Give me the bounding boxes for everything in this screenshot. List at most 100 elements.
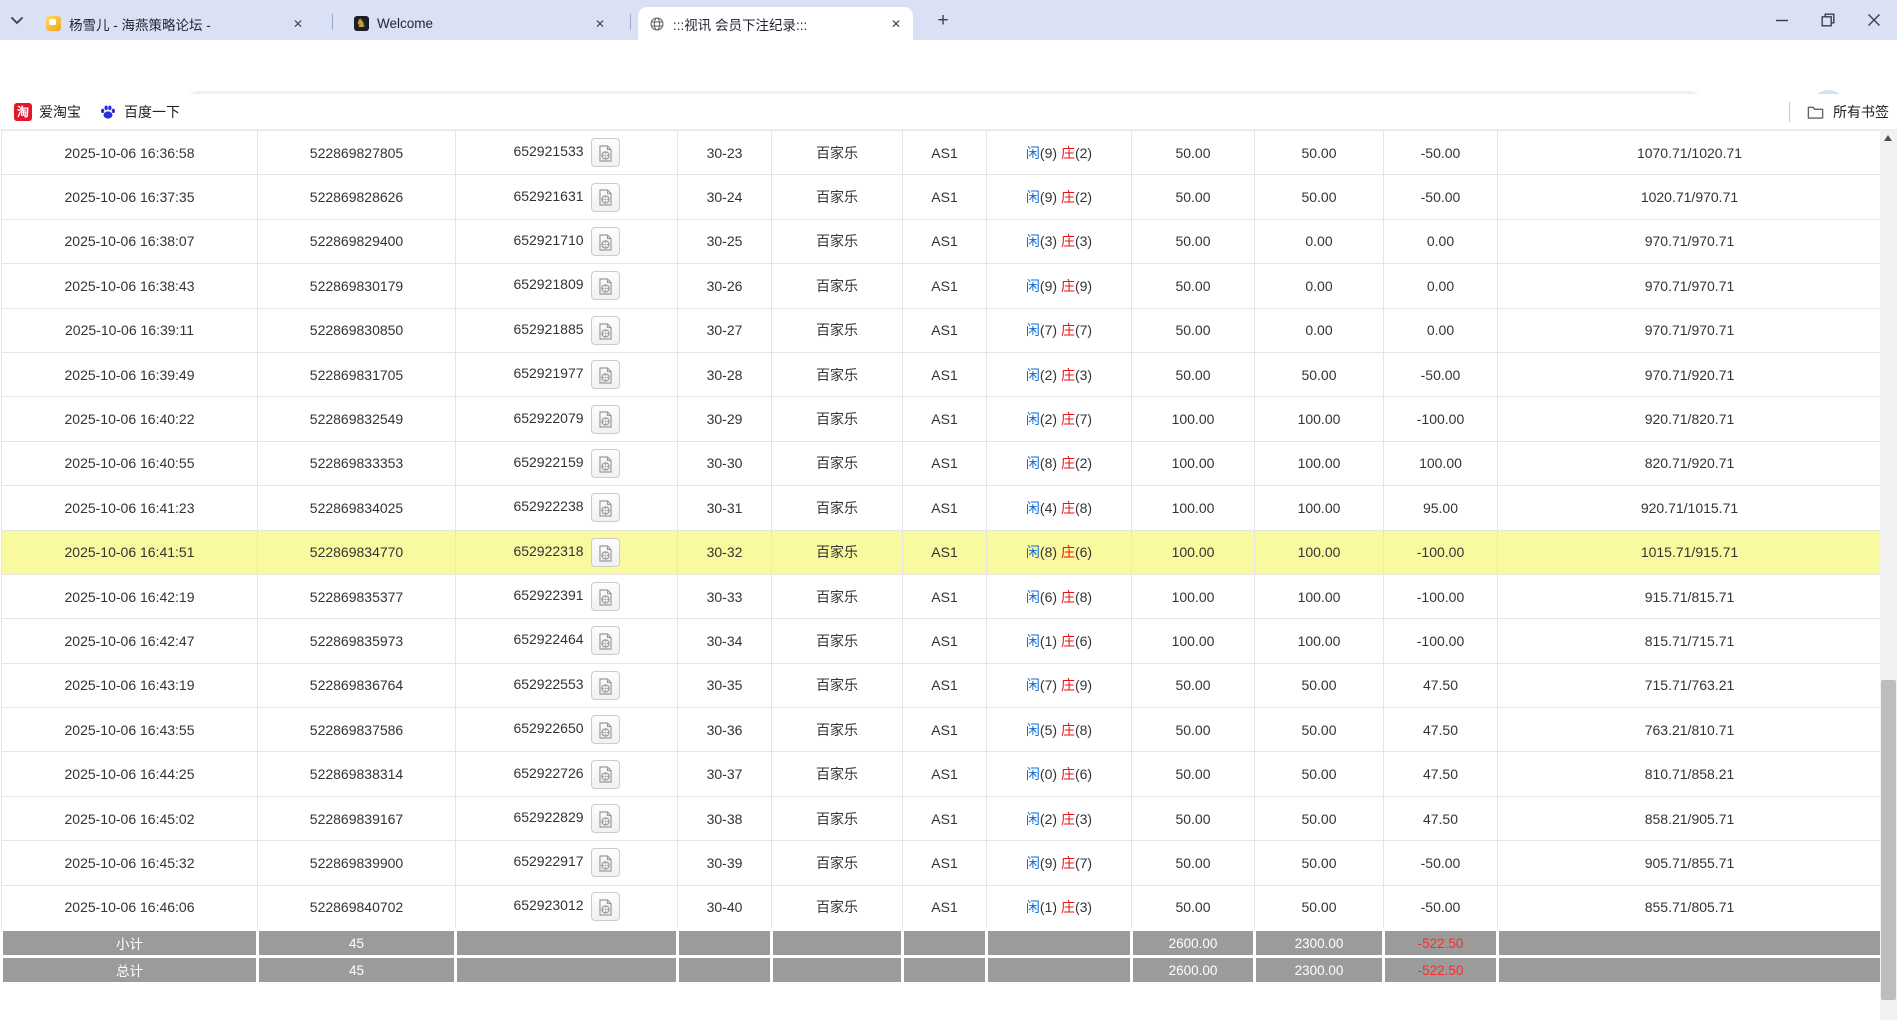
- table-row[interactable]: 2025-10-06 16:36:58 522869827805 652921533…: [1, 129, 1882, 176]
- table-row[interactable]: 2025-10-06 16:38:07 522869829400 652921710…: [1, 218, 1882, 265]
- player-label: 闲: [1025, 233, 1040, 250]
- video-replay-icon[interactable]: [590, 448, 620, 478]
- table-row[interactable]: 2025-10-06 16:41:23 522869834025 652922238…: [1, 485, 1882, 531]
- table-row[interactable]: 2025-10-06 16:42:47 522869835973 652922464…: [1, 618, 1882, 664]
- cell-game-id: 652922391: [455, 573, 678, 620]
- cell-bet-id: 522869834025: [257, 485, 456, 531]
- close-icon[interactable]: ✕: [591, 15, 609, 33]
- cell-balance: 1020.71/970.71: [1497, 174, 1882, 220]
- video-replay-icon[interactable]: [590, 715, 620, 745]
- tab-search-icon[interactable]: [6, 10, 28, 32]
- player-label: 闲: [1025, 854, 1040, 871]
- cell-valid-amount: 100.00: [1254, 440, 1384, 487]
- cell-balance: 820.71/920.71: [1497, 440, 1882, 487]
- video-replay-icon[interactable]: [590, 892, 620, 922]
- close-window-button[interactable]: [1851, 0, 1897, 40]
- bookmark-taobao[interactable]: 淘 爱淘宝: [8, 99, 87, 125]
- video-replay-icon[interactable]: [590, 271, 620, 301]
- video-replay-icon[interactable]: [590, 493, 620, 523]
- sum-valid-amount: 2300.00: [1253, 928, 1385, 959]
- new-tab-button[interactable]: +: [930, 9, 956, 35]
- close-icon[interactable]: ✕: [887, 15, 905, 33]
- banker-label: 庄: [1060, 322, 1075, 339]
- cell-bet-amount: 50.00: [1131, 174, 1255, 220]
- player-label: 闲: [1025, 632, 1040, 649]
- game-id: 652922829: [513, 809, 584, 826]
- table-row[interactable]: 2025-10-06 16:42:19 522869835377 652922391…: [1, 573, 1882, 620]
- video-replay-icon[interactable]: [590, 626, 620, 656]
- table-row[interactable]: 2025-10-06 16:39:49 522869831705 652921977…: [1, 351, 1882, 398]
- table-row[interactable]: 2025-10-06 16:39:11 522869830850 652921885…: [1, 307, 1882, 353]
- table-row[interactable]: 2025-10-06 16:45:32 522869839900 652922917…: [1, 840, 1882, 886]
- banker-label: 庄: [1060, 544, 1075, 561]
- sum-win-loss: -522.50: [1382, 928, 1499, 959]
- sum-empty: [770, 928, 904, 959]
- video-replay-icon[interactable]: [590, 226, 620, 256]
- cell-bet-time: 2025-10-06 16:46:06: [1, 884, 258, 931]
- table-row[interactable]: 2025-10-06 16:37:35 522869828626 652921631…: [1, 174, 1882, 220]
- cell-bet-detail: 闲(1) 庄(6): [986, 618, 1132, 664]
- table-row[interactable]: 2025-10-06 16:41:51 522869834770 652922318…: [1, 529, 1882, 575]
- globe-icon: [649, 16, 665, 32]
- table-row[interactable]: 2025-10-06 16:40:22 522869832549 652922079…: [1, 396, 1882, 442]
- video-replay-icon[interactable]: [590, 537, 620, 567]
- cell-balance: 915.71/815.71: [1497, 573, 1882, 620]
- cell-bet-time: 2025-10-06 16:43:55: [1, 707, 258, 753]
- cell-valid-amount: 50.00: [1254, 751, 1384, 797]
- tab-title: 杨雪儿 - 海燕策略论坛 -: [69, 17, 211, 33]
- scrollbar-thumb[interactable]: [1881, 680, 1896, 1000]
- tab-welcome[interactable]: ♞ Welcome ✕: [342, 7, 617, 40]
- cell-bet-time: 2025-10-06 16:41:51: [1, 529, 258, 575]
- video-replay-icon[interactable]: [590, 138, 620, 168]
- vertical-scrollbar[interactable]: [1880, 130, 1897, 1020]
- video-replay-icon[interactable]: [590, 182, 620, 212]
- all-bookmarks[interactable]: 所有书签: [1789, 99, 1889, 125]
- all-bookmarks-label: 所有书签: [1833, 104, 1889, 120]
- cell-bet-time: 2025-10-06 16:43:19: [1, 662, 258, 709]
- table-row[interactable]: 2025-10-06 16:44:25 522869838314 652922726…: [1, 751, 1882, 797]
- cell-bet-id: 522869830850: [257, 307, 456, 353]
- cell-bet-time: 2025-10-06 16:41:23: [1, 485, 258, 531]
- minimize-button[interactable]: [1759, 0, 1805, 40]
- cell-valid-amount: 50.00: [1254, 174, 1384, 220]
- video-replay-icon[interactable]: [590, 360, 620, 390]
- cell-bet-amount: 50.00: [1131, 307, 1255, 353]
- bookmark-baidu[interactable]: 百度一下: [93, 99, 186, 125]
- cell-round: 30-24: [677, 174, 772, 220]
- tab-forum[interactable]: 杨雪儿 - 海燕策略论坛 - ✕: [34, 7, 315, 40]
- cell-valid-amount: 100.00: [1254, 485, 1384, 531]
- cell-game-id: 652921710: [455, 218, 678, 265]
- table-row[interactable]: 2025-10-06 16:43:19 522869836764 652922553…: [1, 662, 1882, 709]
- video-replay-icon[interactable]: [590, 315, 620, 345]
- restore-button[interactable]: [1805, 0, 1851, 40]
- video-replay-icon[interactable]: [590, 759, 620, 789]
- cell-valid-amount: 50.00: [1254, 662, 1384, 709]
- video-replay-icon[interactable]: [590, 670, 620, 700]
- table-row[interactable]: 2025-10-06 16:45:02 522869839167 652922829…: [1, 795, 1882, 842]
- cell-bet-amount: 50.00: [1131, 795, 1255, 842]
- game-id: 652922553: [513, 676, 584, 693]
- banker-label: 庄: [1060, 455, 1075, 472]
- game-id: 652923012: [513, 897, 584, 914]
- video-replay-icon[interactable]: [590, 804, 620, 834]
- tab-bet-records[interactable]: :::视讯 会员下注纪录::: ✕: [638, 7, 913, 40]
- table-row[interactable]: 2025-10-06 16:38:43 522869830179 652921809…: [1, 263, 1882, 309]
- table-row[interactable]: 2025-10-06 16:46:06 522869840702 652923012…: [1, 884, 1882, 931]
- game-id: 652922238: [513, 498, 584, 515]
- video-replay-icon[interactable]: [590, 848, 620, 878]
- close-icon[interactable]: ✕: [289, 15, 307, 33]
- cell-bet-id: 522869837586: [257, 707, 456, 753]
- cell-bet-detail: 闲(1) 庄(3): [986, 884, 1132, 931]
- table-row[interactable]: 2025-10-06 16:40:55 522869833353 652922159…: [1, 440, 1882, 487]
- sum-empty: [454, 955, 679, 986]
- tab-separator: [332, 14, 333, 30]
- video-replay-icon[interactable]: [590, 582, 620, 612]
- player-label: 闲: [1025, 455, 1040, 472]
- cell-bet-amount: 100.00: [1131, 618, 1255, 664]
- scroll-up-icon[interactable]: [1884, 135, 1892, 141]
- player-label: 闲: [1025, 411, 1040, 428]
- cell-bet-amount: 100.00: [1131, 529, 1255, 575]
- video-replay-icon[interactable]: [590, 404, 620, 434]
- cell-game-id: 652922553: [455, 662, 678, 709]
- table-row[interactable]: 2025-10-06 16:43:55 522869837586 652922650…: [1, 707, 1882, 753]
